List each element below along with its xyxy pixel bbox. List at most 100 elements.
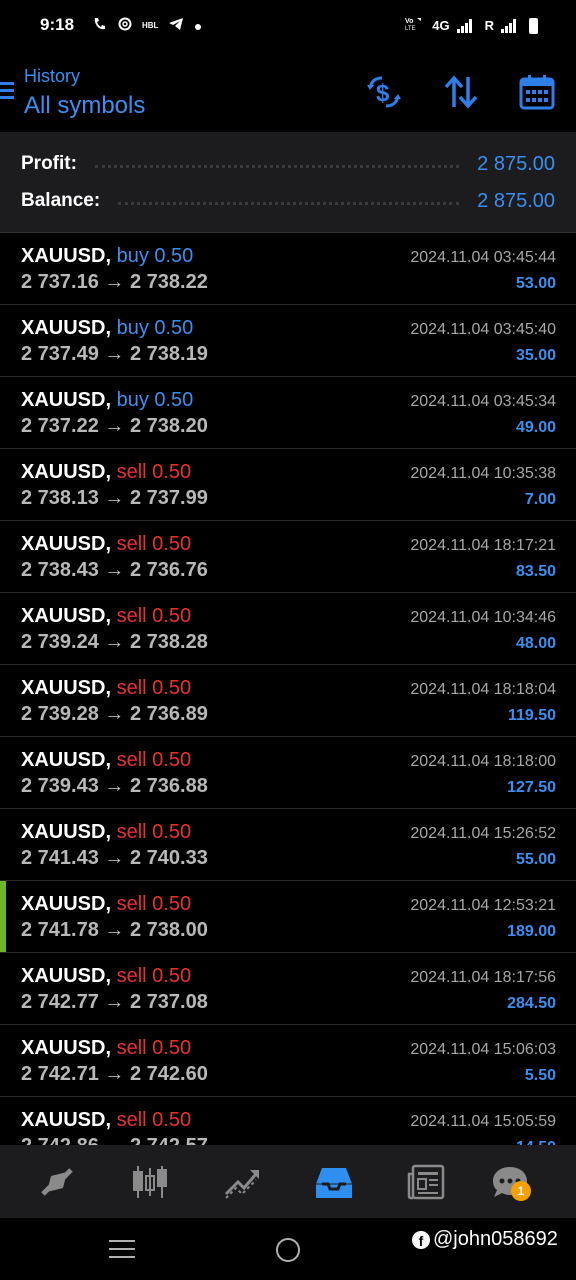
deal-title: XAUUSD, sell 0.50 [21,461,191,484]
deal-profit: 48.00 [515,635,556,652]
trade-icon[interactable] [219,1159,265,1205]
deal-row[interactable]: XAUUSD, sell 0.50 2 739.43 → 2 736.88 2024… [0,737,576,809]
deal-row[interactable]: XAUUSD, sell 0.50 2 742.71 → 2 742.60 2024… [0,1025,576,1097]
deal-profit: 55.00 [515,851,556,868]
deal-prices: 2 738.43 → 2 736.76 [21,559,208,581]
quotes-icon[interactable] [34,1159,80,1205]
deal-time: 2024.11.04 10:34:46 [410,609,556,626]
deal-symbol: XAUUSD, [21,893,112,915]
deals-list[interactable]: XAUUSD, buy 0.50 2 737.16 → 2 738.22 2024.… [0,233,576,1145]
deal-prices: 2 742.86 → 2 742.57 [21,1135,208,1145]
deal-prices: 2 737.22 → 2 738.20 [21,415,208,437]
deal-side: sell 0.50 [116,1109,192,1131]
deal-prices: 2 742.77 → 2 737.08 [21,991,208,1013]
deal-time: 2024.11.04 15:26:52 [410,825,556,842]
deal-title: XAUUSD, buy 0.50 [21,317,193,340]
deal-time: 2024.11.04 18:18:04 [410,681,556,698]
deal-side: sell 0.50 [116,605,192,627]
deal-side: sell 0.50 [116,1037,192,1059]
news-icon[interactable] [404,1159,450,1205]
dotted-leader [118,201,460,205]
chart-icon[interactable] [127,1159,173,1205]
deal-prices: 2 739.24 → 2 738.28 [21,631,208,653]
bank-label: HBL [142,21,159,30]
deal-profit: 53.00 [515,275,556,292]
deal-side: sell 0.50 [116,461,192,483]
calendar-icon[interactable] [517,72,557,112]
symbol-filter-title[interactable]: All symbols [24,92,145,120]
deal-profit: 83.50 [515,563,556,580]
sort-icon[interactable] [441,72,481,112]
svg-text:LTE: LTE [405,26,416,30]
deal-symbol: XAUUSD, [21,821,112,843]
deal-row[interactable]: XAUUSD, buy 0.50 2 737.16 → 2 738.22 2024.… [0,233,576,305]
deal-row[interactable]: XAUUSD, sell 0.50 2 738.43 → 2 736.76 2024… [0,521,576,593]
deal-title: XAUUSD, sell 0.50 [21,965,191,988]
volte-icon: Vo LTE [405,16,425,35]
profit-value: 2 875.00 [477,152,555,175]
deal-row[interactable]: XAUUSD, sell 0.50 2 741.43 → 2 740.33 2024… [0,809,576,881]
header-subtitle: History [24,66,81,86]
deal-side: sell 0.50 [116,749,192,771]
deal-prices: 2 737.49 → 2 738.19 [21,343,208,365]
chat-badge: 1 [511,1181,531,1201]
deal-row[interactable]: XAUUSD, buy 0.50 2 737.22 → 2 738.20 2024.… [0,377,576,449]
balance-value: 2 875.00 [477,189,555,212]
deal-symbol: XAUUSD, [21,389,112,411]
deal-time: 2024.11.04 18:18:00 [410,753,556,770]
deal-prices: 2 739.28 → 2 736.89 [21,703,208,725]
profit-label: Profit: [21,153,77,174]
deal-side: buy 0.50 [116,317,194,339]
chat-icon[interactable]: 1 [487,1159,533,1205]
deal-row[interactable]: XAUUSD, buy 0.50 2 737.49 → 2 738.19 2024.… [0,305,576,377]
deal-title: XAUUSD, buy 0.50 [21,245,193,268]
home-icon[interactable] [276,1238,300,1262]
deal-row[interactable]: XAUUSD, sell 0.50 2 739.28 → 2 736.89 2024… [0,665,576,737]
roaming-indicator: R [484,18,494,33]
signal-icon [456,18,472,33]
balance-label: Balance: [21,190,101,211]
deal-profit: 49.00 [515,419,556,436]
deal-row[interactable]: XAUUSD, sell 0.50 2 742.86 → 2 742.57 2024… [0,1097,576,1145]
deal-row[interactable]: XAUUSD, sell 0.50 2 742.77 → 2 737.08 2024… [0,953,576,1025]
bottom-navigation: 1 [0,1145,576,1218]
deal-row[interactable]: XAUUSD, sell 0.50 2 739.24 → 2 738.28 2024… [0,593,576,665]
deal-side: sell 0.50 [116,965,192,987]
deal-title: XAUUSD, sell 0.50 [21,677,191,700]
deal-symbol: XAUUSD, [21,965,112,987]
notification-dot-icon [194,18,202,34]
deposit-dollar-icon[interactable]: $ [364,72,404,112]
deal-row[interactable]: XAUUSD, sell 0.50 2 741.78 → 2 738.00 2024… [0,881,576,953]
deal-prices: 2 742.71 → 2 742.60 [21,1063,208,1085]
deal-prices: 2 737.16 → 2 738.22 [21,271,208,293]
history-icon[interactable] [311,1159,357,1205]
deal-symbol: XAUUSD, [21,1037,112,1059]
deal-time: 2024.11.04 03:45:34 [410,393,556,410]
watermark: f @john058692 [412,1228,558,1251]
threads-icon [118,16,132,35]
deal-profit: 127.50 [507,779,556,796]
deal-time: 2024.11.04 15:06:03 [410,1041,556,1058]
recent-apps-icon[interactable] [109,1240,135,1264]
status-time: 9:18 [40,15,75,34]
deal-title: XAUUSD, sell 0.50 [21,1037,191,1060]
deal-symbol: XAUUSD, [21,749,112,771]
call-icon [92,16,108,35]
deal-symbol: XAUUSD, [21,533,112,555]
deal-title: XAUUSD, sell 0.50 [21,893,191,916]
deal-side: buy 0.50 [116,245,194,267]
network-type: 4G [432,18,450,33]
deal-row[interactable]: XAUUSD, sell 0.50 2 738.13 → 2 737.99 2024… [0,449,576,521]
deal-symbol: XAUUSD, [21,461,112,483]
deal-symbol: XAUUSD, [21,605,112,627]
balance-row: Balance: 2 875.00 [21,187,555,215]
menu-icon[interactable] [0,82,14,102]
watermark-handle: @john058692 [433,1228,558,1250]
deal-side: sell 0.50 [116,893,192,915]
deal-prices: 2 738.13 → 2 737.99 [21,487,208,509]
deal-title: XAUUSD, buy 0.50 [21,389,193,412]
deal-title: XAUUSD, sell 0.50 [21,749,191,772]
deal-time: 2024.11.04 10:35:38 [410,465,556,482]
deal-profit: 35.00 [515,347,556,364]
deal-time: 2024.11.04 03:45:44 [410,249,556,266]
